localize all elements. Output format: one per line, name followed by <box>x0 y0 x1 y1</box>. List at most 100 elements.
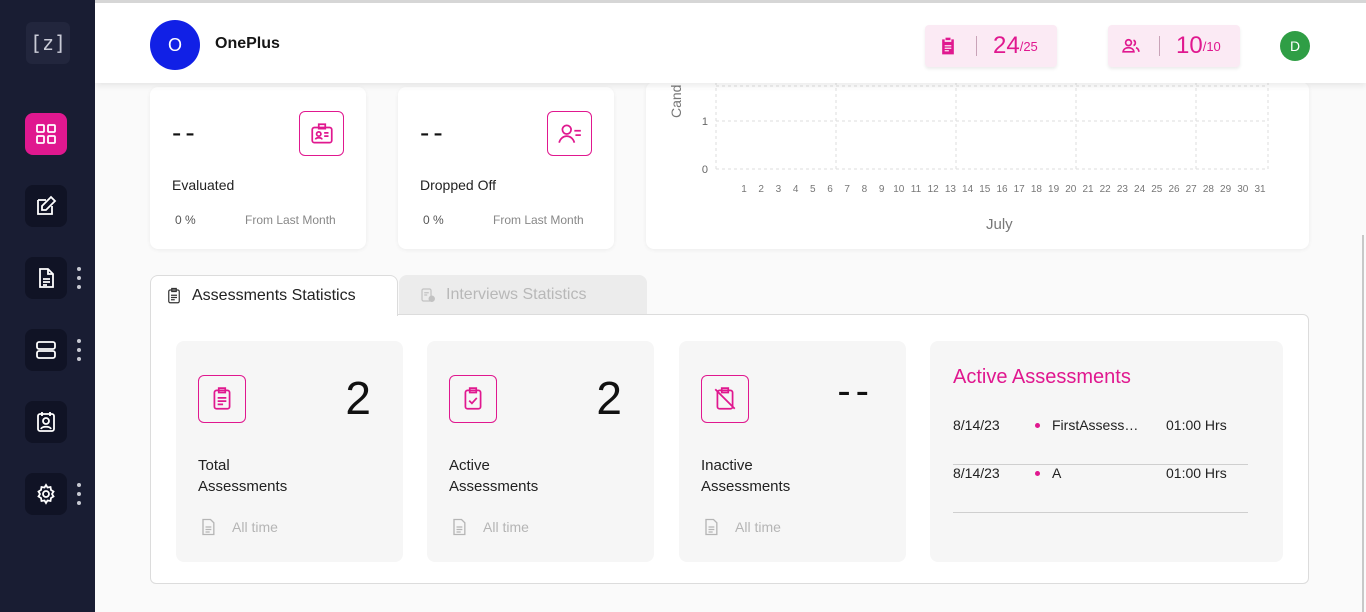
chart-x-tick: 6 <box>827 184 833 195</box>
tab-interviews-label: Interviews Statistics <box>446 286 587 303</box>
assessments-total: /25 <box>1019 38 1038 54</box>
chart-x-tick: 13 <box>945 184 957 195</box>
chart-x-tick: 4 <box>793 184 799 195</box>
users-quota: 10 /10 <box>1108 25 1240 67</box>
chart-x-tick: 11 <box>911 184 922 195</box>
active-assessments-title-line2: Assessments <box>449 478 539 495</box>
active-assessments-period-label: All time <box>483 519 529 535</box>
documents-more-icon[interactable] <box>76 267 81 289</box>
chart-x-tick: 10 <box>893 184 905 195</box>
sidebar-item-documents[interactable] <box>25 257 67 299</box>
active-assessments-value: 2 <box>596 372 622 424</box>
clipboard-icon <box>168 287 180 304</box>
clipboard-icon <box>942 37 954 55</box>
top-header: O OnePlus 24 /25 10 /10 D <box>95 0 1366 83</box>
tab-assessments-label: Assessments Statistics <box>192 287 356 304</box>
evaluated-label: Evaluated <box>172 177 235 193</box>
servers-more-icon[interactable] <box>76 339 81 361</box>
document-icon <box>453 518 466 536</box>
inactive-assessments-title-line2: Assessments <box>701 478 791 495</box>
chart-x-tick: 31 <box>1254 184 1266 195</box>
scrollbar[interactable] <box>1362 235 1364 612</box>
chart-x-tick: 18 <box>1031 184 1043 195</box>
inactive-assessments-title: Inactive Assessments <box>701 455 841 497</box>
users-icon <box>1122 38 1140 53</box>
assessment-date: 8/14/23 <box>953 465 1000 481</box>
chart-x-tick: 16 <box>996 184 1008 195</box>
assessment-name[interactable]: A <box>1052 465 1144 481</box>
tab-assessments-statistics[interactable]: Assessments Statistics <box>150 275 398 316</box>
chart-x-tick: 30 <box>1237 184 1249 195</box>
dropped-off-percent: 0 % <box>423 213 444 227</box>
evaluated-value: -- <box>172 117 199 148</box>
evaluated-card: -- Evaluated 0 % From Last Month <box>150 87 366 249</box>
active-assessments-period: All time <box>449 517 529 537</box>
chart-x-tick: 28 <box>1203 184 1215 195</box>
inactive-assessments-period-label: All time <box>735 519 781 535</box>
total-assessments-title: Total Assessments <box>198 455 338 497</box>
total-assessments-title-line1: Total <box>198 457 230 474</box>
chart-x-tick: 24 <box>1134 184 1146 195</box>
active-assessments-title-line1: Active <box>449 457 490 474</box>
chart-x-label: July <box>986 216 1013 233</box>
sidebar: [z] <box>0 0 95 612</box>
sidebar-item-dashboard[interactable] <box>25 113 67 155</box>
total-assessments-period: All time <box>198 517 278 537</box>
active-assessments-title: Active Assessments <box>449 455 589 497</box>
chart-x-tick: 5 <box>810 184 816 195</box>
sidebar-item-profile[interactable] <box>25 401 67 443</box>
total-assessments-card: 2 Total Assessments All time <box>176 341 403 562</box>
document-icon <box>202 518 215 536</box>
server-icon <box>36 341 56 359</box>
gear-edit-icon <box>37 483 55 505</box>
document-icon <box>705 518 718 536</box>
dropped-off-label: Dropped Off <box>420 177 497 193</box>
list-item[interactable]: 8/14/23 A 01:00 Hrs <box>953 465 1248 513</box>
user-remove-icon <box>547 111 592 156</box>
assessments-quota: 24 /25 <box>925 25 1057 67</box>
chart-x-tick: 17 <box>1014 184 1026 195</box>
inactive-assessments-card: -- Inactive Assessments All time <box>679 341 906 562</box>
chart-x-tick: 26 <box>1168 184 1180 195</box>
assessment-name[interactable]: FirstAssessment <box>1052 417 1144 433</box>
chart-x-tick: 29 <box>1220 184 1232 195</box>
dropped-off-value: -- <box>420 117 447 148</box>
active-assessments-heading: Active Assessments <box>953 366 1131 388</box>
list-item[interactable]: 8/14/23 FirstAssessment 01:00 Hrs <box>953 417 1248 465</box>
user-avatar[interactable]: D <box>1280 31 1310 61</box>
inactive-assessments-value: -- <box>837 369 874 413</box>
assessments-used: 24 <box>993 32 1020 59</box>
chart-x-tick: 2 <box>758 184 764 195</box>
sidebar-item-edit[interactable] <box>25 185 67 227</box>
org-avatar[interactable]: O <box>150 20 200 70</box>
sidebar-item-settings[interactable] <box>25 473 67 515</box>
sidebar-item-servers[interactable] <box>25 329 67 371</box>
chart-x-tick: 21 <box>1082 184 1094 195</box>
assessment-date: 8/14/23 <box>953 417 1000 433</box>
tab-interviews-statistics[interactable]: Interviews Statistics <box>399 275 647 315</box>
clipboard-off-icon <box>701 375 749 423</box>
chart-x-tick: 27 <box>1186 184 1198 195</box>
chart-x-tick: 25 <box>1151 184 1163 195</box>
active-assessments-card: 2 Active Assessments All time <box>427 341 654 562</box>
chart-x-tick: 7 <box>844 184 850 195</box>
total-assessments-period-label: All time <box>232 519 278 535</box>
app-logo[interactable]: [z] <box>26 22 70 64</box>
candidates-chart-card: Cand 0 1 1 2 3 4 5 6 7 8 9 10 11 12 13 14 15 16 17 18 19 20 21… <box>646 82 1309 249</box>
chart-x-tick: 19 <box>1048 184 1060 195</box>
settings-more-icon[interactable] <box>76 483 81 505</box>
bullet-icon <box>1035 423 1040 428</box>
users-total: /10 <box>1202 38 1221 54</box>
chart-x-tick: 1 <box>741 184 747 195</box>
interview-icon <box>421 288 435 302</box>
total-assessments-title-line2: Assessments <box>198 478 288 495</box>
chart-x-tick: 12 <box>928 184 940 195</box>
chart-x-tick: 22 <box>1100 184 1112 195</box>
chart-x-tick: 23 <box>1117 184 1129 195</box>
contact-card-icon <box>37 412 55 432</box>
total-assessments-value: 2 <box>345 372 371 424</box>
users-used: 10 <box>1176 32 1203 59</box>
chart-x-tick: 14 <box>962 184 974 195</box>
quota-divider <box>1159 36 1160 56</box>
chart-x-tick: 15 <box>979 184 991 195</box>
